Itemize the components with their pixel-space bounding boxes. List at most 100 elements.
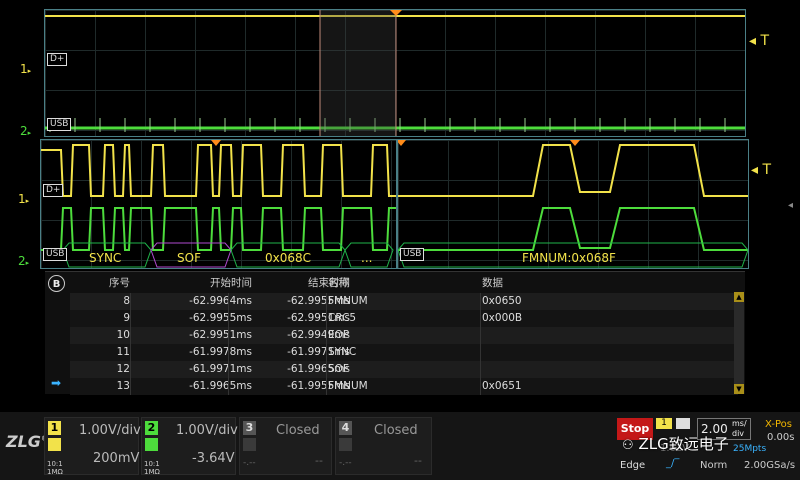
ch1-offset: 200mV	[93, 451, 140, 466]
trigger-marker-zoom-right	[396, 140, 406, 146]
xpos-value[interactable]: 0.00s	[767, 432, 794, 443]
zoom-left-waveform-svg	[41, 140, 396, 268]
ch2-settings-box[interactable]: 2 10:1 1MΩ 1.00V/div -3.64V	[141, 417, 238, 476]
ch4-dash2: --	[414, 454, 422, 467]
dplus-tag-zoom: D+	[43, 184, 64, 197]
table-row[interactable]: 8 -62.9964ms -62.9955ms FMNUM 0x0650	[70, 293, 738, 310]
ch2-coupling-icon	[145, 438, 158, 451]
table-scrollbar[interactable]: ▲ ▼	[734, 292, 744, 394]
decode-segment-more[interactable]: ...	[361, 251, 372, 265]
row-name: FMNUM	[328, 380, 368, 392]
ch4-settings-box[interactable]: 4 Closed -.-- --	[335, 417, 432, 475]
scroll-up-button[interactable]: ▲	[734, 292, 744, 302]
decode-segment-sync[interactable]: SYNC	[89, 251, 121, 265]
row-name: SOF	[328, 363, 349, 375]
ch3-dash1: -.--	[243, 458, 256, 468]
watermark: ⚇ ZLG致远电子	[622, 435, 729, 453]
ch1-zoom-right-trace	[398, 144, 748, 197]
timebase-unit: ms/	[732, 419, 747, 428]
table-row[interactable]: 10 -62.9951ms -62.9949ms EOP	[70, 327, 738, 344]
decode-segment-fmnum[interactable]: FMNUM:0x068F	[522, 251, 616, 265]
table-row[interactable]: 9 -62.9955ms -62.9951ms CRC5 0x000B	[70, 310, 738, 327]
row-name: CRC5	[328, 312, 357, 324]
row-index: 11	[116, 346, 130, 358]
wechat-icon: ⚇	[622, 438, 634, 453]
overview-waveform-panel[interactable]: D+ USB	[44, 9, 746, 137]
row-data	[482, 327, 682, 344]
row-index: 9	[123, 312, 130, 324]
scroll-down-button[interactable]: ▼	[734, 384, 744, 394]
usb-tag-zoom-left: USB	[43, 248, 68, 261]
ch4-coupling-icon	[339, 438, 352, 451]
ch1-settings-box[interactable]: 1 10:1 1MΩ 1.00V/div 200mV	[44, 417, 141, 476]
row-name: SYNC	[328, 346, 357, 358]
zoom-window-highlight	[320, 10, 396, 136]
trigger-level-marker-top[interactable]: ◂ T	[749, 33, 769, 49]
table-header-row: 序号 开始时间 结束时间 名称 数据	[70, 275, 738, 292]
ch3-status: Closed	[276, 423, 320, 438]
sample-rate: 2.00GSa/s	[744, 460, 796, 471]
acquisition-mode[interactable]: Norm	[700, 460, 727, 471]
ch2-number-badge: 2	[145, 421, 158, 435]
timebase-unit2: div	[732, 429, 745, 438]
usb-tag: USB	[47, 118, 72, 131]
zoom-right-waveform-svg	[396, 140, 749, 268]
decode-segment-sof[interactable]: SOF	[177, 251, 201, 265]
col-header-index: 序号	[109, 277, 130, 289]
ch2-offset: -3.64V	[192, 451, 235, 466]
usb-tag-zoom-right: USB	[400, 248, 425, 261]
dplus-tag: D+	[47, 53, 68, 66]
row-name: FMNUM	[328, 295, 368, 307]
col-header-name: 名称	[328, 277, 349, 289]
row-data	[482, 344, 682, 361]
zlg-logo-icon: ZLG®	[6, 432, 48, 451]
row-index: 13	[116, 380, 130, 392]
row-data: 0x0651	[482, 380, 522, 392]
row-name: EOP	[328, 329, 350, 341]
ch1-probe-info: 10:1 1MΩ	[47, 460, 63, 476]
bus-b-icon[interactable]: B	[48, 275, 65, 292]
ch1-offset-marker-zoom[interactable]: 1▸	[18, 192, 29, 206]
ch2-offset-marker-zoom[interactable]: 2▸	[18, 254, 29, 268]
table-row[interactable]: 13 -61.9965ms -61.9955ms FMNUM 0x0651	[70, 378, 738, 395]
zoom-waveform-panel-left[interactable]: D+ USB SYNC SOF 0x068C ...	[40, 139, 397, 269]
zoom-waveform-panel-right[interactable]: USB FMNUM:0x068F	[396, 139, 749, 269]
ch1-number-badge: 1	[48, 421, 61, 435]
ch4-status: Closed	[374, 423, 418, 438]
ch2-probe-info: 10:1 1MΩ	[144, 460, 160, 476]
ch2-vertical-scale: 1.00V/div	[176, 423, 238, 438]
ch2-zoom-right-trace	[398, 207, 748, 251]
trigger-source-badge[interactable]: 1	[656, 418, 672, 429]
row-data: 0x000B	[482, 312, 523, 324]
trigger-marker-zoom-left	[211, 140, 221, 146]
ch3-settings-box[interactable]: 3 Closed -.-- --	[239, 417, 332, 475]
row-index: 10	[116, 329, 130, 341]
ch3-coupling-icon	[243, 438, 256, 451]
row-index: 12	[116, 363, 130, 375]
ch1-vertical-scale: 1.00V/div	[79, 423, 141, 438]
ch3-dash2: --	[315, 454, 323, 467]
trigger-edge-rising-icon: _/‾	[666, 458, 680, 469]
trigger-mode[interactable]: Edge	[620, 460, 645, 471]
memory-depth: 25Mpts	[733, 444, 767, 454]
xpos-label: X-Pos	[765, 419, 792, 430]
table-row[interactable]: 12 -61.9971ms -61.9965ms SOF	[70, 361, 738, 378]
trigger-level-marker-zoom[interactable]: ◂ T	[751, 162, 771, 178]
ch1-offset-marker-top[interactable]: 1▸	[20, 62, 31, 76]
col-header-data: 数据	[482, 277, 503, 289]
ch2-zoom-left-trace	[41, 207, 396, 251]
overview-waveform-svg	[45, 10, 745, 136]
ch1-zoom-left-trace	[41, 144, 396, 197]
table-row[interactable]: 11 -61.9978ms -61.9971ms SYNC	[70, 344, 738, 361]
decode-segment-frame[interactable]: 0x068C	[265, 251, 311, 265]
ch4-number-badge: 4	[339, 421, 352, 435]
trigger-coupling-icon	[676, 418, 690, 429]
decode-event-table[interactable]: B 序号 开始时间 结束时间 名称 数据 8 -62.9964ms -62.9955…	[45, 271, 745, 395]
row-index: 8	[123, 295, 130, 307]
side-panel-toggle-icon[interactable]: ◂	[788, 200, 793, 211]
ch1-coupling-icon	[48, 438, 61, 451]
ch3-number-badge: 3	[243, 421, 256, 435]
ch2-offset-marker-top[interactable]: 2▸	[20, 124, 31, 138]
row-data: 0x0650	[482, 295, 522, 307]
ch4-dash1: -.--	[339, 458, 352, 468]
